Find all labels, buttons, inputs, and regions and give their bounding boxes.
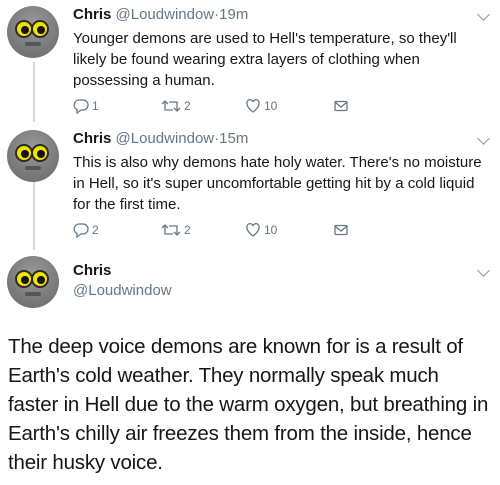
tweet[interactable]: Chris @Loudwindow·19m Younger demons are… xyxy=(0,0,500,120)
author-handle[interactable]: @Loudwindow xyxy=(73,282,172,300)
tweet-header: Chris @Loudwindow·19m xyxy=(73,6,248,24)
main-tweet-text: The deep voice demons are known for is a… xyxy=(8,335,489,474)
timestamp[interactable]: 15m xyxy=(219,130,248,147)
chevron-down-icon[interactable] xyxy=(477,132,490,145)
reply-icon xyxy=(73,99,89,114)
author-handle[interactable]: @Loudwindow xyxy=(116,6,215,23)
tweet-header: Chris @Loudwindow·15m xyxy=(73,130,248,148)
tweet-text: Younger demons are used to Hell's temper… xyxy=(73,30,457,89)
author-name[interactable]: Chris xyxy=(73,6,111,23)
retweet-icon xyxy=(161,224,181,236)
like-button[interactable]: 10 xyxy=(245,221,277,239)
avatar[interactable] xyxy=(7,6,59,58)
avatar-eye xyxy=(31,20,49,38)
author-name[interactable]: Chris xyxy=(73,262,111,280)
tweet[interactable]: Chris @Loudwindow·15m This is also why d… xyxy=(0,124,500,244)
author-name[interactable]: Chris xyxy=(73,130,111,147)
reply-button[interactable]: 1 xyxy=(73,97,99,115)
reply-count: 1 xyxy=(92,99,99,113)
retweet-icon xyxy=(161,100,181,112)
avatar-eye xyxy=(31,270,49,288)
retweet-count: 2 xyxy=(184,99,191,113)
reply-button[interactable]: 2 xyxy=(73,221,99,239)
envelope-icon xyxy=(334,224,348,236)
reply-icon xyxy=(73,223,89,238)
envelope-icon xyxy=(334,100,348,112)
like-count: 10 xyxy=(264,99,278,113)
tweet-actions: 1 2 10 xyxy=(73,97,373,115)
tweet-actions: 2 2 10 xyxy=(73,221,373,239)
heart-icon xyxy=(246,99,260,113)
avatar-mouth xyxy=(25,42,41,46)
chevron-down-icon[interactable] xyxy=(477,264,490,277)
like-button[interactable]: 10 xyxy=(245,97,277,115)
avatar-eye xyxy=(31,144,49,162)
timestamp[interactable]: 19m xyxy=(219,6,248,23)
avatar-mouth xyxy=(25,166,41,170)
message-button[interactable] xyxy=(333,221,349,239)
reply-count: 2 xyxy=(92,223,99,237)
author-handle[interactable]: @Loudwindow xyxy=(116,130,215,147)
tweet-text: This is also why demons hate holy water.… xyxy=(73,154,482,213)
message-button[interactable] xyxy=(333,97,349,115)
like-count: 10 xyxy=(264,223,278,237)
retweet-count: 2 xyxy=(184,223,191,237)
retweet-button[interactable]: 2 xyxy=(161,221,191,239)
chevron-down-icon[interactable] xyxy=(477,8,490,21)
heart-icon xyxy=(246,223,260,237)
retweet-button[interactable]: 2 xyxy=(161,97,191,115)
avatar[interactable] xyxy=(7,130,59,182)
avatar[interactable] xyxy=(7,256,59,308)
avatar-mouth xyxy=(25,292,41,296)
